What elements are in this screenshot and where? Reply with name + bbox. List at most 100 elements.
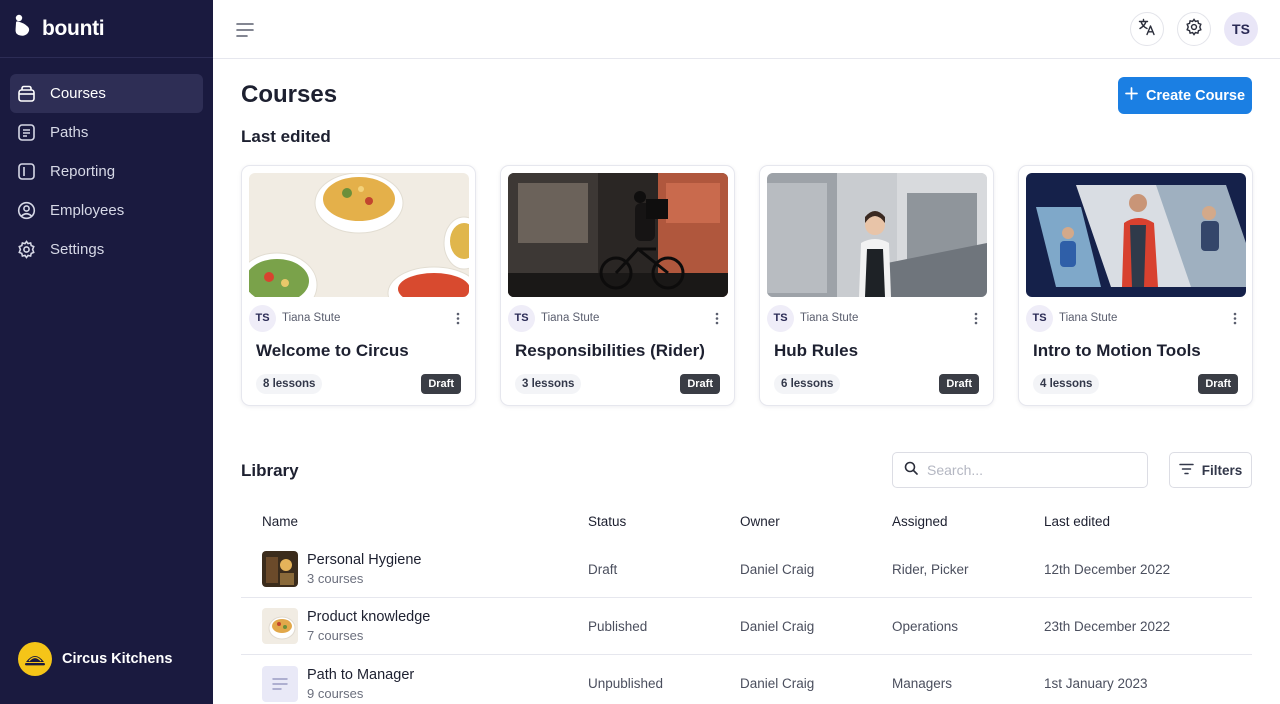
gear-icon: [1185, 17, 1203, 41]
row-subtitle: 3 courses: [307, 571, 364, 586]
document-icon: [262, 665, 298, 702]
card-meta: TS Tiana Stute: [1026, 304, 1245, 332]
column-header-last-edited[interactable]: Last edited: [1044, 514, 1252, 529]
search-icon: [904, 461, 918, 480]
card-title: Responsibilities (Rider): [515, 341, 705, 360]
lesson-count: 4 lessons: [1033, 374, 1100, 394]
sidebar-item-label: Settings: [50, 241, 105, 258]
translate-icon: [1138, 18, 1156, 41]
brand[interactable]: bounti: [0, 0, 213, 58]
sidebar-item-paths[interactable]: Paths: [10, 113, 203, 152]
owner-avatar: TS: [249, 304, 276, 332]
library-table: Name Status Owner Assigned Last edited P…: [241, 501, 1252, 704]
owner-name: Tiana Stute: [541, 312, 600, 324]
card-title: Intro to Motion Tools: [1033, 341, 1201, 360]
page-title: Courses: [241, 81, 338, 108]
more-options-icon[interactable]: [968, 310, 984, 326]
sidebar-nav: Courses Paths Reporting Employees Settin…: [0, 58, 213, 269]
row-last-edited: 12th December 2022: [1044, 561, 1171, 577]
create-course-button[interactable]: Create Course: [1118, 77, 1252, 114]
search-input[interactable]: [927, 462, 1127, 478]
last-edited-heading: Last edited: [241, 127, 331, 146]
org-name: Circus Kitchens: [62, 651, 173, 667]
row-text: Product knowledge 7 courses: [307, 609, 430, 643]
menu-toggle-icon[interactable]: [235, 20, 255, 40]
sidebar-item-label: Employees: [50, 202, 125, 219]
row-title: Personal Hygiene: [307, 552, 422, 568]
course-card[interactable]: TS Tiana Stute Responsibilities (Rider) …: [500, 165, 735, 406]
status-badge: Draft: [680, 374, 720, 394]
org-logo: [18, 642, 52, 676]
owner-name: Tiana Stute: [1059, 312, 1118, 324]
column-header-assigned[interactable]: Assigned: [892, 514, 1044, 529]
sidebar-item-courses[interactable]: Courses: [10, 74, 203, 113]
settings-button[interactable]: [1177, 12, 1211, 46]
library-search[interactable]: [892, 452, 1148, 488]
translate-button[interactable]: [1130, 12, 1164, 46]
row-title: Product knowledge: [307, 609, 431, 625]
course-card[interactable]: TS Tiana Stute Intro to Motion Tools 4 l…: [1018, 165, 1253, 406]
lesson-count: 6 lessons: [774, 374, 841, 394]
table-row[interactable]: Path to Manager 9 courses Unpublished Da…: [241, 655, 1252, 704]
row-last-edited: 23th December 2022: [1044, 618, 1171, 634]
reporting-icon: [17, 162, 36, 181]
owner-avatar: TS: [508, 304, 535, 332]
sidebar-item-label: Reporting: [50, 163, 116, 180]
course-card[interactable]: TS Tiana Stute Welcome to Circus 8 lesso…: [241, 165, 476, 406]
row-status: Published: [588, 618, 648, 634]
row-assigned: Operations: [892, 618, 959, 634]
course-card[interactable]: TS Tiana Stute Hub Rules 6 lessons Draft: [759, 165, 994, 406]
user-avatar[interactable]: TS: [1224, 12, 1258, 46]
sidebar: bounti Courses Paths Reporting Employees: [0, 0, 213, 704]
table-row[interactable]: Personal Hygiene 3 courses Draft Daniel …: [241, 541, 1252, 598]
topbar: TS: [213, 0, 1280, 59]
column-header-status[interactable]: Status: [588, 514, 740, 529]
row-thumbnail: [262, 551, 298, 587]
owner-avatar: TS: [1026, 304, 1053, 332]
card-footer: 4 lessons Draft: [1033, 374, 1238, 394]
table-row[interactable]: Product knowledge 7 courses Published Da…: [241, 598, 1252, 655]
table-header: Name Status Owner Assigned Last edited: [241, 501, 1252, 541]
card-title: Hub Rules: [774, 341, 859, 360]
create-course-label: Create Course: [1145, 87, 1246, 104]
column-header-owner[interactable]: Owner: [740, 514, 892, 529]
row-status: Draft: [588, 561, 618, 577]
lesson-count: 3 lessons: [515, 374, 582, 394]
sidebar-item-employees[interactable]: Employees: [10, 191, 203, 230]
status-badge: Draft: [421, 374, 461, 394]
row-subtitle: 7 courses: [307, 628, 364, 643]
sidebar-item-label: Courses: [50, 85, 106, 102]
row-subtitle: 9 courses: [307, 685, 364, 701]
row-thumbnail: [262, 608, 298, 644]
settings-icon: [17, 240, 36, 259]
row-text: Path to Manager 9 courses: [307, 667, 414, 701]
name-cell: Product knowledge 7 courses: [241, 608, 588, 644]
plus-icon: [1125, 87, 1138, 104]
filters-button[interactable]: Filters: [1169, 452, 1252, 488]
column-header-name[interactable]: Name: [241, 514, 588, 529]
courses-icon: [17, 84, 36, 103]
bounti-logo-icon: [14, 14, 36, 43]
card-footer: 8 lessons Draft: [256, 374, 461, 394]
more-options-icon[interactable]: [1227, 310, 1243, 326]
row-status: Unpublished: [588, 676, 664, 691]
sidebar-item-label: Paths: [50, 124, 89, 141]
course-thumbnail: [1026, 173, 1246, 297]
sidebar-item-settings[interactable]: Settings: [10, 230, 203, 269]
org-switcher[interactable]: Circus Kitchens: [18, 642, 172, 676]
status-badge: Draft: [1198, 374, 1238, 394]
course-cards: TS Tiana Stute Welcome to Circus 8 lesso…: [241, 165, 1253, 406]
row-owner: Daniel Craig: [740, 676, 815, 691]
owner-avatar: TS: [767, 304, 794, 332]
employees-icon: [17, 201, 36, 220]
more-options-icon[interactable]: [709, 310, 725, 326]
course-thumbnail: [767, 173, 987, 297]
status-badge: Draft: [939, 374, 979, 394]
sidebar-item-reporting[interactable]: Reporting: [10, 152, 203, 191]
paths-icon: [17, 123, 36, 142]
more-options-icon[interactable]: [450, 310, 466, 326]
owner-name: Tiana Stute: [800, 312, 859, 324]
card-title: Welcome to Circus: [256, 341, 409, 360]
owner-name: Tiana Stute: [282, 312, 341, 324]
filter-icon: [1178, 463, 1194, 478]
